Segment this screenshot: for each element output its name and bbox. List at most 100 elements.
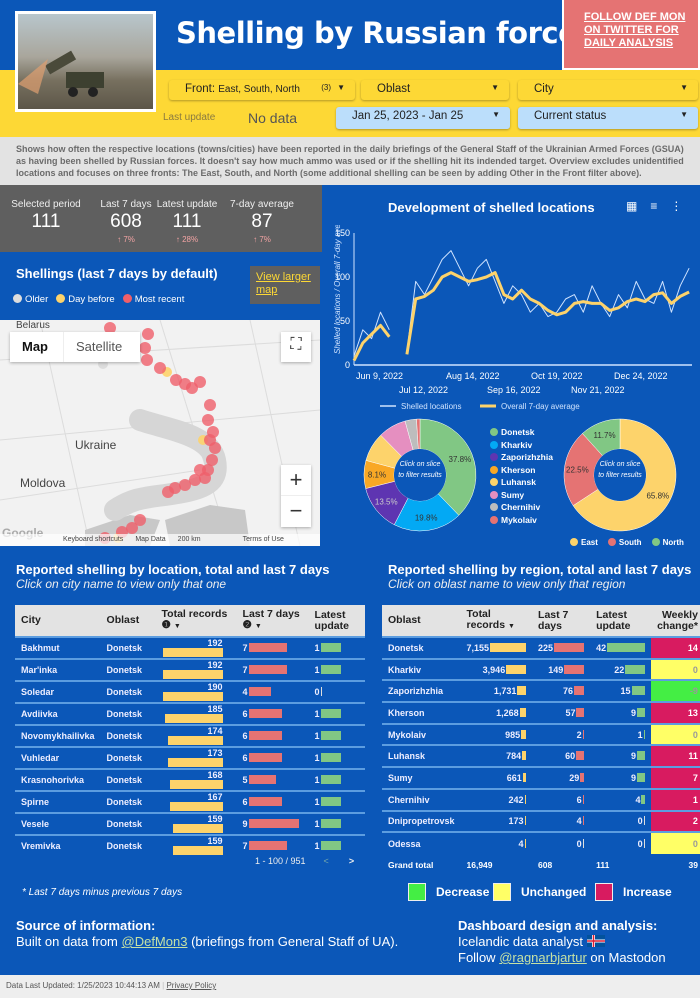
follow-twitter-link[interactable]: FOLLOW DEF MON ON TWITTER FOR DAILY ANAL… — [562, 0, 700, 70]
oblast-name-cell[interactable]: Donetsk — [382, 636, 461, 659]
city-name-cell[interactable]: Vesele — [15, 812, 101, 835]
next-page-button[interactable]: > — [349, 856, 354, 866]
terms-link[interactable]: Terms of Use — [243, 536, 284, 546]
table-row[interactable]: Mykolaiv 985 2 1 0 — [382, 722, 700, 746]
satellite-tab[interactable]: Satellite — [63, 332, 122, 362]
prev-page-button[interactable]: < — [324, 856, 329, 866]
table-row[interactable]: Soledar Donetsk 190 4 0 — [15, 680, 365, 703]
table-row[interactable]: Dnipropetrovsk 173 4 0 2 — [382, 809, 700, 833]
city-name-cell[interactable]: Spirne — [15, 790, 101, 813]
legend-item-zaporizhzhia[interactable]: Zaporizhzhia — [490, 451, 553, 464]
table-row[interactable]: Mar'inka Donetsk 192 7 1 — [15, 658, 365, 681]
more-vert-icon[interactable]: ⋮ — [670, 199, 682, 213]
col-oblast[interactable]: Oblast — [100, 605, 156, 637]
table-row[interactable]: Spirne Donetsk 167 6 1 — [15, 790, 365, 813]
col-total-records[interactable]: Total records ❶ ▼ — [155, 605, 237, 637]
col-last-7-days[interactable]: Last 7 days — [532, 605, 591, 637]
city-name-cell[interactable]: Vuhledar — [15, 746, 101, 769]
recent-shelling-dot[interactable] — [204, 434, 216, 446]
front-donut-chart[interactable]: 65.8% 22.5% 11.7% Click on slice to filter … — [560, 415, 690, 535]
table-row[interactable]: Bakhmut Donetsk 192 7 1 — [15, 636, 365, 659]
map-tab[interactable]: Map — [10, 332, 63, 362]
privacy-policy-link[interactable]: Privacy Policy — [166, 981, 216, 990]
date-range-picker[interactable]: Jan 25, 2023 - Jan 25 ▼ — [336, 107, 510, 129]
table-row[interactable]: Avdiivka Donetsk 185 6 1 — [15, 702, 365, 725]
table-row[interactable]: Donetsk 7,155 225 42 14 — [382, 636, 700, 659]
oblast-filter-dropdown[interactable]: Oblast ▼ — [361, 80, 509, 100]
table-row[interactable]: Kherson 1,268 57 9 13 — [382, 701, 700, 724]
recent-shelling-dot[interactable] — [204, 399, 216, 411]
legend-item-kharkiv[interactable]: Kharkiv — [490, 439, 553, 452]
oblast-name-cell[interactable]: Mykolaiv — [382, 722, 461, 746]
legend-item-east[interactable]: East — [570, 538, 598, 547]
legend-item-sumy[interactable]: Sumy — [490, 489, 553, 502]
status-dropdown[interactable]: Current status ▼ — [518, 107, 698, 129]
table-row[interactable]: Kharkiv 3,946 149 22 0 — [382, 657, 700, 681]
oblast-name-cell[interactable]: Odessa — [382, 831, 461, 854]
table-row[interactable]: Odessa 4 0 0 0 — [382, 831, 700, 854]
front-filter-dropdown[interactable]: Front: East, South, North (3) ▼ — [169, 80, 355, 100]
city-filter-dropdown[interactable]: City ▼ — [518, 80, 698, 100]
legend-item-south[interactable]: South — [607, 538, 642, 547]
city-name-cell[interactable]: Mar'inka — [15, 658, 101, 681]
city-name-cell[interactable]: Avdiivka — [15, 702, 101, 725]
zoom-out-button[interactable]: − — [281, 495, 311, 526]
oblast-name-cell[interactable]: Zaporizhzhia — [382, 679, 461, 703]
recent-shelling-dot[interactable] — [162, 486, 174, 498]
oblast-name-cell[interactable]: Chernihiv — [382, 787, 461, 811]
col-total-records[interactable]: Total records ▼ — [460, 605, 533, 637]
oblast-name-cell[interactable]: Luhansk — [382, 744, 461, 768]
recent-shelling-dot[interactable] — [154, 362, 166, 374]
legend-item-kherson[interactable]: Kherson — [490, 464, 553, 477]
table-row[interactable]: Vesele Donetsk 159 9 1 — [15, 812, 365, 835]
table-row[interactable]: Zaporizhzhia 1,731 76 15 -9 — [382, 679, 700, 703]
keyboard-shortcuts-link[interactable]: Keyboard shortcuts — [63, 536, 123, 546]
recent-shelling-dot[interactable] — [194, 464, 206, 476]
city-name-cell[interactable]: Novomykhailivka — [15, 724, 101, 747]
col-oblast[interactable]: Oblast — [382, 605, 461, 637]
recent-shelling-dot[interactable] — [194, 376, 206, 388]
shelling-map[interactable]: Belarus Ukraine Moldova Map Satellite ⛶ … — [0, 320, 320, 546]
latest-bar — [320, 665, 341, 674]
col-latest-update[interactable]: Latest update — [590, 605, 652, 637]
city-name-cell[interactable]: Krasnohorivka — [15, 768, 101, 791]
recent-shelling-dot[interactable] — [142, 328, 154, 340]
table-row[interactable]: Chernihiv 242 6 4 1 — [382, 787, 700, 811]
oblast-name-cell[interactable]: Sumy — [382, 766, 461, 789]
view-larger-map-link[interactable]: View larger map — [250, 266, 320, 304]
filter-icon[interactable]: ≡ — [650, 199, 657, 213]
col-weekly-change[interactable]: Weekly change* — [651, 605, 700, 637]
recent-shelling-dot[interactable] — [141, 354, 153, 366]
cell-latest: 1 — [308, 834, 365, 857]
city-name-cell[interactable]: Soledar — [15, 680, 101, 703]
table-row[interactable]: Vuhledar Donetsk 173 6 1 — [15, 746, 365, 769]
col-last-7-days[interactable]: Last 7 days ❷ ▼ — [236, 605, 309, 637]
col-latest-update[interactable]: Latest update — [308, 605, 365, 637]
recent-shelling-dot[interactable] — [139, 342, 151, 354]
table-row[interactable]: Krasnohorivka Donetsk 168 5 1 — [15, 768, 365, 791]
table-row[interactable]: Luhansk 784 60 9 11 — [382, 744, 700, 768]
city-name-cell[interactable]: Vremivka — [15, 834, 101, 857]
oblast-name-cell[interactable]: Kherson — [382, 701, 461, 724]
map-data-link[interactable]: Map Data — [135, 536, 165, 546]
zoom-in-button[interactable]: + — [281, 465, 311, 495]
legend-item-mykolaiv[interactable]: Mykolaiv — [490, 514, 553, 527]
chart-explore-icon[interactable]: ▦ — [626, 199, 637, 213]
table-row[interactable]: Vremivka Donetsk 159 7 1 — [15, 834, 365, 857]
oblast-name-cell[interactable]: Dnipropetrovsk — [382, 809, 461, 833]
fullscreen-button[interactable]: ⛶ — [281, 332, 311, 362]
col-city[interactable]: City — [15, 605, 101, 637]
table-row[interactable]: Novomykhailivka Donetsk 174 6 1 — [15, 724, 365, 747]
legend-item-north[interactable]: North — [651, 538, 684, 547]
city-name-cell[interactable]: Bakhmut — [15, 636, 101, 659]
oblast-name-cell[interactable]: Kharkiv — [382, 657, 461, 681]
recent-shelling-dot[interactable] — [202, 414, 214, 426]
table-row[interactable]: Sumy 661 29 9 7 — [382, 766, 700, 789]
legend-item-luhansk[interactable]: Luhansk — [490, 476, 553, 489]
defmon-link[interactable]: @DefMon3 — [122, 934, 188, 949]
page-title: Shelling by Russian forces — [176, 16, 595, 50]
legend-item-donetsk[interactable]: Donetsk — [490, 426, 553, 439]
oblast-donut-chart[interactable]: 37.8% 19.8% 13.5% 8.1% Click on slice to fil… — [360, 415, 490, 535]
legend-item-chernihiv[interactable]: Chernihiv — [490, 501, 553, 514]
mastodon-link[interactable]: @ragnarbjartur — [499, 950, 587, 965]
